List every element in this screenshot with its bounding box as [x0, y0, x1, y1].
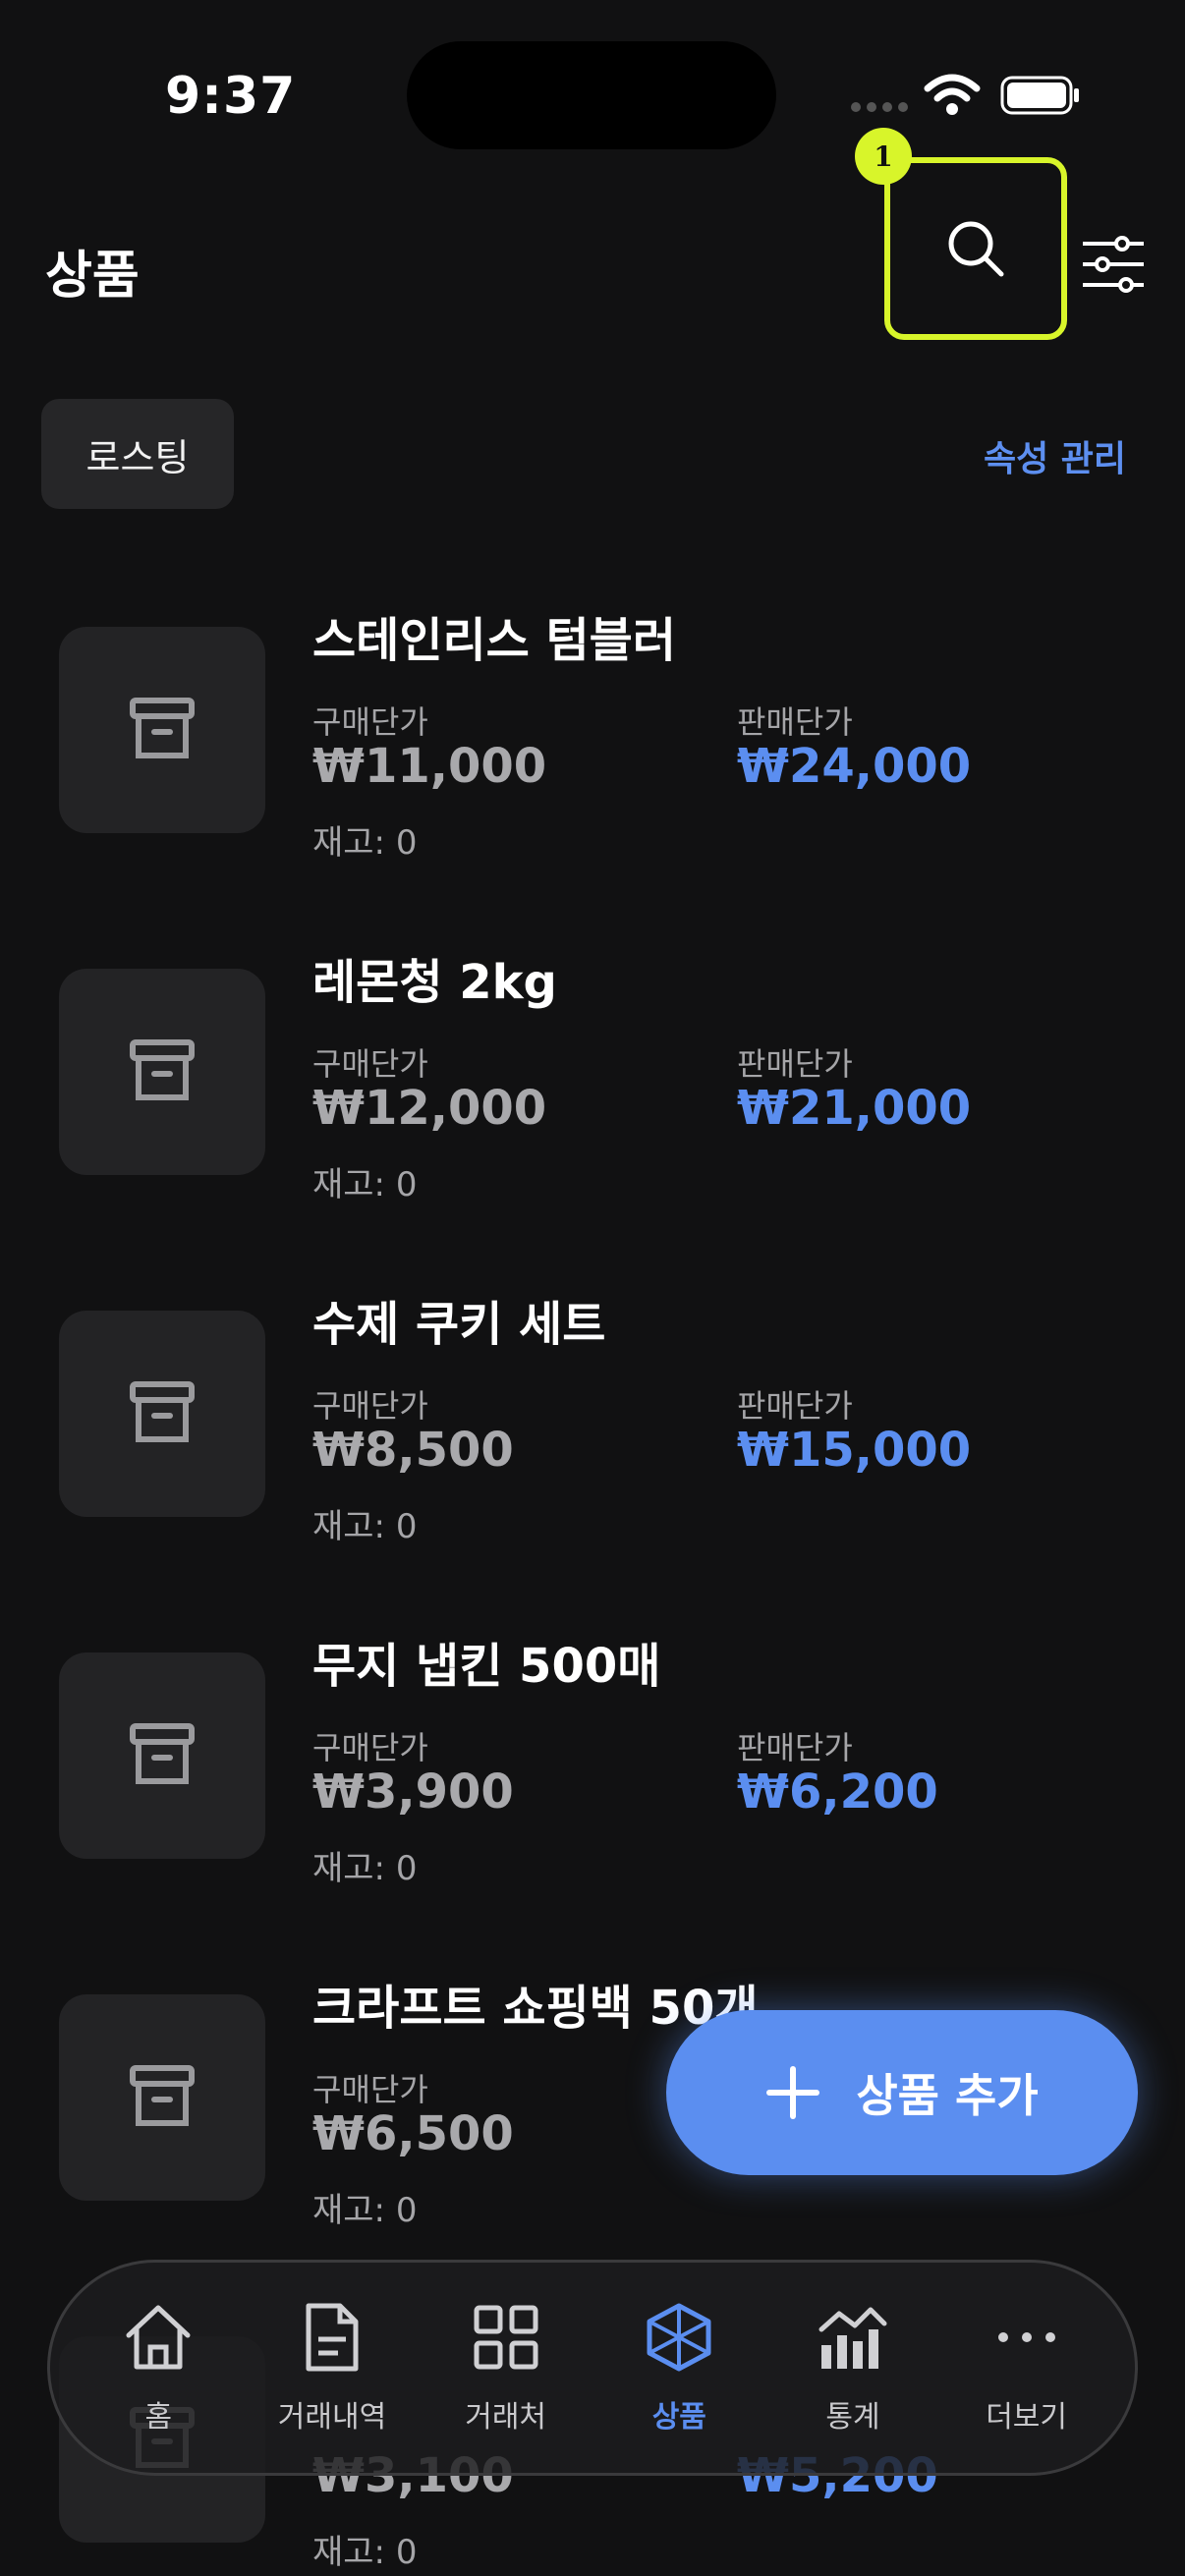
more-icon	[997, 2332, 1055, 2342]
buy-price-label: 구매단가	[312, 1045, 428, 1083]
buy-price-label: 구매단가	[312, 1729, 428, 1766]
archive-box-icon	[130, 2065, 195, 2126]
add-product-button[interactable]: 상품 추가	[666, 2010, 1138, 2175]
tab-more[interactable]: 더보기	[943, 2300, 1110, 2436]
grid-icon	[474, 2305, 538, 2370]
tab-label: 상품	[651, 2400, 706, 2435]
battery-icon	[1000, 76, 1079, 115]
sell-price-value: ₩15,000	[737, 1423, 972, 1478]
cube-icon	[647, 2303, 711, 2372]
search-icon	[948, 221, 1004, 277]
plus-icon	[766, 2066, 820, 2119]
product-name: 레몬청 2kg	[312, 955, 557, 1010]
archive-box-icon	[130, 698, 195, 758]
home-icon	[126, 2305, 191, 2370]
cellular-icon	[851, 102, 908, 112]
tab-products[interactable]: 상품	[595, 2300, 762, 2436]
product-name: 스테인리스 텀블러	[312, 613, 676, 668]
page-title: 상품	[45, 247, 140, 306]
stock-text: 재고: 0	[312, 2191, 418, 2230]
sell-price-label: 판매단가	[737, 1387, 853, 1425]
product-name: 무지 냅킨 500매	[312, 1639, 661, 1694]
product-item[interactable]: 레몬청 2kg 구매단가 ₩12,000 판매단가 ₩21,000 재고: 0	[0, 931, 1185, 1265]
product-item[interactable]: 스테인리스 텀블러 구매단가 ₩11,000 판매단가 ₩24,000 재고: …	[0, 589, 1185, 924]
status-time: 9:37	[165, 67, 297, 126]
sell-price-label: 판매단가	[737, 703, 853, 741]
buy-price-value: ₩8,500	[312, 1423, 514, 1478]
product-thumbnail	[59, 627, 265, 833]
buy-price-label: 구매단가	[312, 703, 428, 741]
tab-statistics[interactable]: 통계	[769, 2300, 936, 2436]
search-button[interactable]	[884, 157, 1067, 340]
product-thumbnail	[59, 1994, 265, 2201]
product-name: 크라프트 쇼핑백 50개	[312, 1981, 759, 2036]
sell-price-label: 판매단가	[737, 1045, 853, 1083]
sell-price-value: ₩6,200	[737, 1764, 938, 1820]
tab-label: 홈	[144, 2400, 173, 2435]
tab-transactions[interactable]: 거래내역	[249, 2300, 416, 2436]
tab-label: 거래내역	[277, 2400, 387, 2435]
archive-box-icon	[130, 1723, 195, 1784]
sell-price-value: ₩24,000	[737, 739, 972, 794]
stock-text: 재고: 0	[312, 2533, 418, 2572]
product-name: 수제 쿠키 세트	[312, 1297, 606, 1352]
sell-price-label: 판매단가	[737, 1729, 853, 1766]
wifi-icon	[924, 74, 981, 115]
document-icon	[306, 2303, 359, 2372]
annotation-badge: 1	[855, 128, 912, 185]
category-chip[interactable]: 로스팅	[41, 399, 234, 509]
stock-text: 재고: 0	[312, 1849, 418, 1888]
add-product-label: 상품 추가	[856, 2069, 1039, 2122]
stock-text: 재고: 0	[312, 1165, 418, 1204]
product-thumbnail	[59, 1311, 265, 1517]
sell-price-value: ₩21,000	[737, 1081, 972, 1136]
tab-home[interactable]: 홈	[75, 2300, 242, 2436]
tab-partners[interactable]: 거래처	[423, 2300, 590, 2436]
tab-label: 거래처	[465, 2400, 547, 2435]
buy-price-value: ₩11,000	[312, 739, 547, 794]
buy-price-value: ₩3,900	[312, 1764, 514, 1820]
chart-icon	[818, 2307, 887, 2369]
stock-text: 재고: 0	[312, 823, 418, 863]
buy-price-label: 구매단가	[312, 1387, 428, 1425]
tab-label: 통계	[825, 2400, 880, 2435]
buy-price-value: ₩12,000	[312, 1081, 547, 1136]
attribute-manage-link[interactable]: 속성 관리	[984, 430, 1126, 481]
archive-box-icon	[130, 1039, 195, 1100]
filter-sliders-icon[interactable]	[1081, 236, 1146, 293]
tab-label: 더보기	[986, 2400, 1068, 2435]
buy-price-value: ₩6,500	[312, 2106, 514, 2161]
dynamic-island	[407, 41, 776, 149]
product-item[interactable]: 수제 쿠키 세트 구매단가 ₩8,500 판매단가 ₩15,000 재고: 0	[0, 1273, 1185, 1607]
buy-price-label: 구매단가	[312, 2071, 428, 2108]
bottom-tab-bar: 홈 거래내역 거래처 상품 통계 더보기	[47, 2260, 1138, 2476]
archive-box-icon	[130, 1381, 195, 1442]
product-thumbnail	[59, 1652, 265, 1859]
product-thumbnail	[59, 969, 265, 1175]
product-item[interactable]: 무지 냅킨 500매 구매단가 ₩3,900 판매단가 ₩6,200 재고: 0	[0, 1615, 1185, 1949]
stock-text: 재고: 0	[312, 1507, 418, 1546]
